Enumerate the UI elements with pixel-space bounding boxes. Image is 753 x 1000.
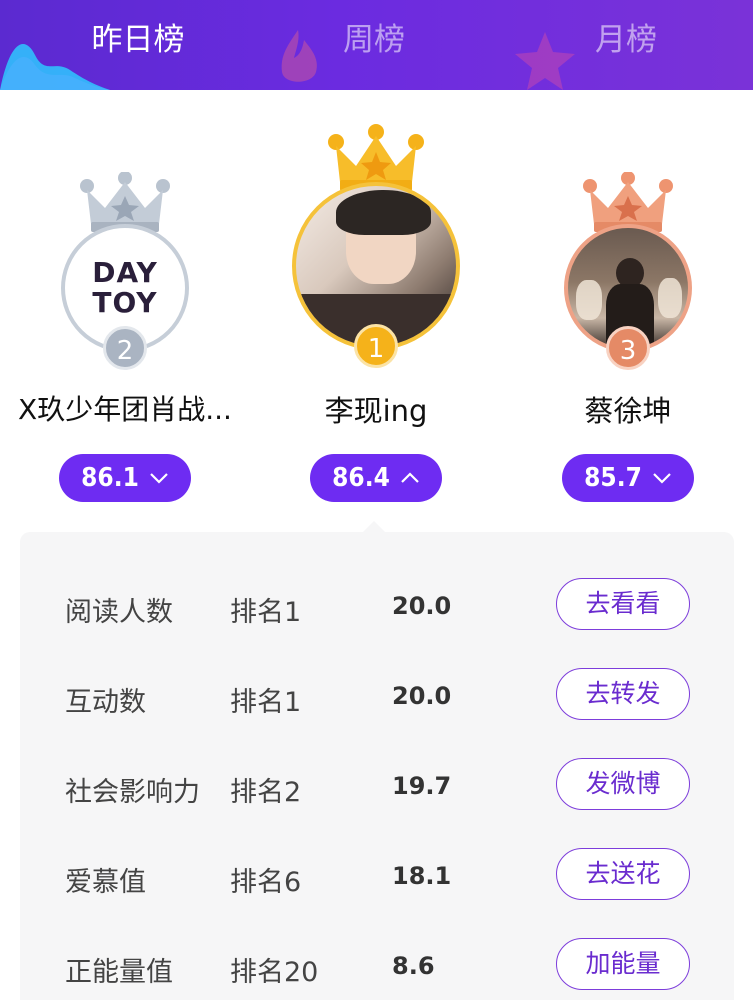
chevron-up-icon bbox=[401, 472, 419, 483]
go-repost-button[interactable]: 去转发 bbox=[556, 668, 690, 720]
metric-rank: 排名2 bbox=[230, 777, 302, 808]
tab-monthly[interactable]: 月榜 bbox=[536, 14, 716, 59]
metric-label: 正能量值 bbox=[65, 957, 173, 988]
podium-rank-3: 3 蔡徐坤 85.7 bbox=[498, 120, 753, 520]
metric-rank: 排名1 bbox=[230, 687, 302, 718]
metric-value: 20.0 bbox=[392, 682, 452, 710]
metric-label: 阅读人数 bbox=[65, 597, 173, 628]
detail-row: 正能量值 排名20 8.6 加能量 bbox=[20, 934, 734, 1000]
metric-value: 18.1 bbox=[392, 862, 452, 890]
metric-rank: 排名1 bbox=[230, 597, 302, 628]
metric-label: 爱慕值 bbox=[65, 867, 146, 898]
metric-rank: 排名6 bbox=[230, 867, 302, 898]
rank-badge: 1 bbox=[354, 324, 398, 368]
score-value: 85.7 bbox=[584, 463, 642, 493]
rank-badge: 3 bbox=[606, 326, 650, 370]
metric-rank: 排名20 bbox=[230, 957, 319, 988]
score-detail-panel: 阅读人数 排名1 20.0 去看看 互动数 排名1 20.0 去转发 社会影响力… bbox=[20, 532, 734, 1000]
send-flowers-button[interactable]: 去送花 bbox=[556, 848, 690, 900]
metric-value: 8.6 bbox=[392, 952, 435, 980]
rank-badge: 2 bbox=[103, 326, 147, 370]
score-value: 86.1 bbox=[81, 463, 139, 493]
tab-weekly[interactable]: 周榜 bbox=[284, 14, 464, 59]
post-weibo-button[interactable]: 发微博 bbox=[556, 758, 690, 810]
player-name: 蔡徐坤 bbox=[584, 394, 672, 428]
metric-value: 19.7 bbox=[392, 772, 452, 800]
add-energy-button[interactable]: 加能量 bbox=[556, 938, 690, 990]
tab-yesterday[interactable]: 昨日榜 bbox=[48, 14, 228, 59]
player-name: X玖少年团肖战... bbox=[18, 393, 232, 426]
metric-value: 20.0 bbox=[392, 592, 452, 620]
player-name: 李现ing bbox=[324, 394, 428, 428]
metric-label: 互动数 bbox=[65, 687, 146, 718]
metric-label: 社会影响力 bbox=[65, 777, 200, 808]
score-toggle-button[interactable]: 86.1 bbox=[59, 454, 191, 502]
detail-row: 爱慕值 排名6 18.1 去送花 bbox=[20, 844, 734, 914]
podium-rank-2: DAY TOY 2 X玖少年团肖战... 86.1 bbox=[0, 120, 255, 520]
score-toggle-button[interactable]: 85.7 bbox=[562, 454, 694, 502]
chevron-down-icon bbox=[653, 473, 671, 484]
avatar-logo-text: DAY TOY bbox=[92, 256, 158, 319]
detail-row: 互动数 排名1 20.0 去转发 bbox=[20, 664, 734, 734]
detail-row: 阅读人数 排名1 20.0 去看看 bbox=[20, 574, 734, 644]
detail-row: 社会影响力 排名2 19.7 发微博 bbox=[20, 754, 734, 824]
go-view-button[interactable]: 去看看 bbox=[556, 578, 690, 630]
score-toggle-button[interactable]: 86.4 bbox=[310, 454, 442, 502]
podium-rank-1: 1 李现ing 86.4 bbox=[246, 120, 506, 520]
score-value: 86.4 bbox=[332, 463, 390, 493]
ranking-tab-bar: 昨日榜 周榜 月榜 bbox=[0, 0, 753, 90]
chevron-down-icon bbox=[150, 473, 168, 484]
